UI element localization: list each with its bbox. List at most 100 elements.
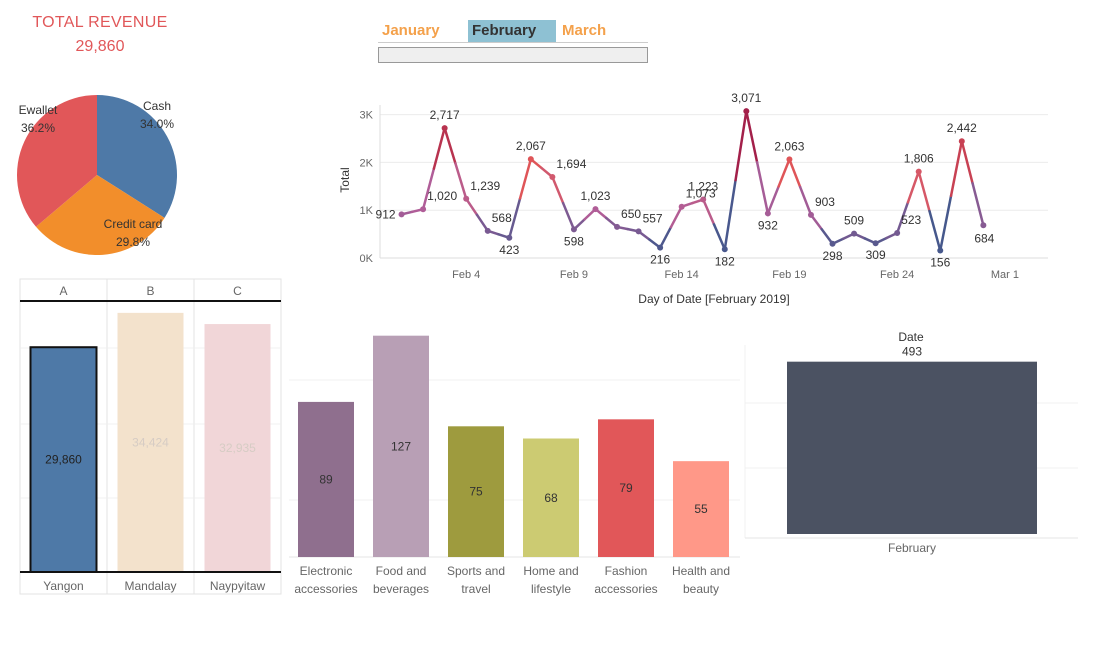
line-point — [764, 210, 771, 217]
line-data-label: 423 — [499, 243, 519, 257]
daily-total-line-chart: 0K 1K 2K 3K Feb 4 Feb 9 Feb 14 Feb 19 Feb 24 Mar … — [338, 91, 1048, 306]
line-y-axis-title: Total — [338, 167, 352, 192]
line-point — [851, 230, 858, 237]
product-bar-label: 75 — [469, 485, 483, 499]
pie-label-ewallet: Ewallet — [19, 103, 58, 117]
product-x-label: accessories — [594, 582, 657, 596]
line-point — [506, 234, 513, 241]
line-point — [743, 108, 750, 115]
line-x-tick: Feb 14 — [665, 269, 699, 281]
line-point — [527, 156, 534, 163]
product-bar-label: 68 — [544, 491, 558, 505]
line-segment — [917, 170, 931, 213]
line-segment — [551, 175, 565, 205]
line-point — [678, 203, 685, 210]
line-point — [657, 244, 664, 251]
date-count-bar-chart: Date493 February — [744, 330, 1078, 555]
line-segment — [712, 223, 727, 251]
line-data-label: 557 — [643, 211, 663, 225]
line-data-label: 182 — [715, 254, 735, 268]
line-data-label: 2,442 — [947, 121, 977, 135]
line-segment — [788, 158, 802, 189]
line-x-tick: Feb 24 — [880, 269, 914, 281]
line-data-label: 2,067 — [516, 139, 546, 153]
city-bar-label: 32,935 — [219, 441, 256, 455]
line-data-label: 650 — [621, 207, 641, 221]
product-x-label: Fashion — [605, 564, 648, 578]
line-point — [570, 226, 577, 233]
line-segment — [745, 109, 759, 164]
line-segment — [561, 201, 576, 231]
city-column-header: C — [233, 284, 242, 298]
city-x-label: Mandalay — [124, 579, 176, 593]
product-x-label: Health and — [672, 564, 730, 578]
line-segment — [766, 185, 780, 215]
product-x-label: Sports and — [447, 564, 505, 578]
product-x-label: Food and — [376, 564, 427, 578]
line-data-label: 3,071 — [731, 91, 761, 105]
line-data-label: 1,020 — [427, 189, 457, 203]
city-column-header: B — [146, 284, 154, 298]
line-data-label: 912 — [376, 207, 396, 221]
city-column-header: A — [59, 284, 67, 298]
line-segment — [443, 126, 457, 165]
line-point — [980, 222, 987, 229]
line-data-label: 156 — [930, 256, 950, 270]
line-point — [484, 227, 491, 234]
line-segment — [701, 198, 716, 226]
line-point — [420, 206, 427, 213]
line-segment — [658, 225, 673, 249]
line-segment — [971, 182, 985, 227]
line-segment — [939, 194, 953, 252]
line-x-tick: Feb 4 — [452, 269, 480, 281]
pie-percent-cash: 34.0% — [140, 117, 174, 131]
line-segment — [755, 161, 770, 215]
line-segment — [734, 109, 748, 182]
line-x-tick: Feb 9 — [560, 269, 588, 281]
line-data-label: 932 — [758, 218, 778, 232]
product-x-label: beverages — [373, 582, 429, 596]
product-x-label: accessories — [294, 582, 357, 596]
line-segment — [518, 157, 533, 200]
line-y-tick: 0K — [360, 253, 374, 265]
line-segment — [928, 209, 942, 252]
line-data-label: 598 — [564, 234, 584, 248]
line-point — [721, 246, 728, 253]
line-data-label: 216 — [650, 253, 670, 267]
pie-percent-ewallet: 36.2% — [21, 121, 55, 135]
line-data-label: 298 — [823, 249, 843, 263]
line-point — [829, 240, 836, 247]
line-point — [937, 247, 944, 254]
line-x-axis-title: Day of Date [February 2019] — [638, 292, 789, 306]
date-bar-label: 493 — [902, 345, 922, 359]
line-point — [398, 211, 405, 218]
line-data-label: 1,239 — [470, 179, 500, 193]
line-point — [463, 195, 470, 202]
line-y-tick: 3K — [360, 110, 374, 122]
line-point — [592, 206, 599, 213]
product-x-label: travel — [461, 582, 490, 596]
product-line-bar-chart: 89 Electronic accessories 127 Food and bevera… — [289, 335, 740, 596]
product-bar-label: 55 — [694, 502, 708, 516]
city-bar-label: 29,860 — [45, 453, 82, 467]
line-point — [614, 223, 621, 230]
payment-pie-chart: Cash 34.0% Credit card 29.8% Ewallet 36.2% — [16, 95, 178, 256]
product-x-label: Home and — [523, 564, 578, 578]
line-point — [915, 168, 922, 175]
line-point — [872, 240, 879, 247]
line-point — [786, 156, 793, 163]
line-segment — [777, 158, 791, 188]
line-data-label: 523 — [901, 213, 921, 227]
line-point — [958, 138, 965, 145]
dashboard-canvas: Cash 34.0% Credit card 29.8% Ewallet 36.2% 0K… — [16, 91, 1078, 596]
product-bar-label: 127 — [391, 439, 411, 453]
line-segment — [949, 139, 964, 198]
product-x-label: beauty — [683, 582, 719, 596]
date-bar-february — [787, 361, 1037, 534]
date-chart-title: Date — [898, 330, 924, 344]
product-bar-label: 89 — [319, 472, 333, 486]
line-x-tick: Mar 1 — [991, 269, 1019, 281]
city-bar-label: 34,424 — [132, 435, 169, 449]
line-data-label: 2,717 — [430, 108, 460, 122]
line-x-tick: Feb 19 — [772, 269, 806, 281]
